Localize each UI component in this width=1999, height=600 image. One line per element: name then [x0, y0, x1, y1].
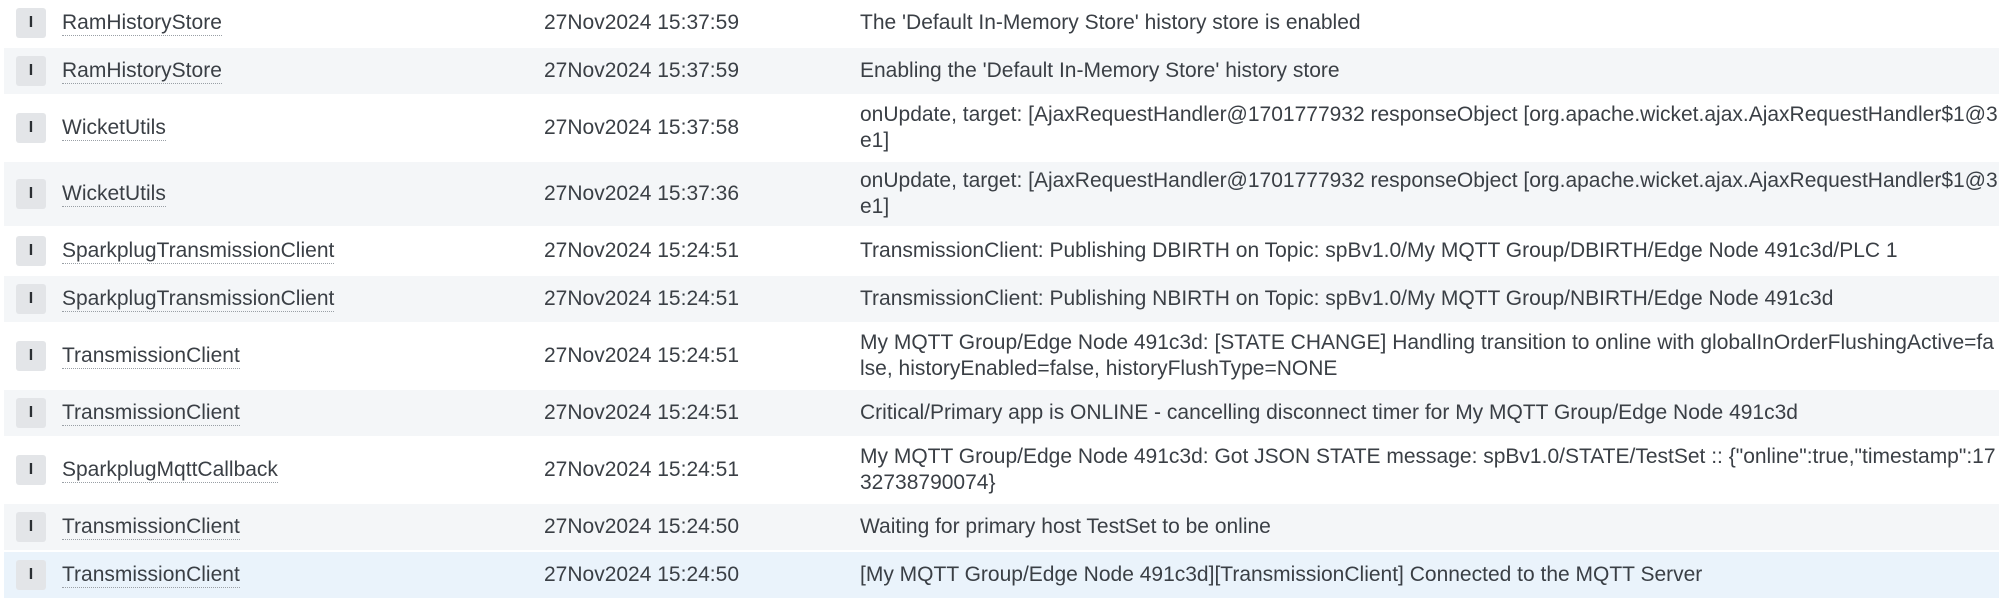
log-row[interactable]: I SparkplugMqttCallback 27Nov2024 15:24:… — [4, 438, 1999, 502]
log-timestamp: 27Nov2024 15:24:51 — [544, 458, 739, 481]
info-level-icon: I — [16, 455, 46, 485]
log-message: onUpdate, target: [AjaxRequestHandler@17… — [860, 169, 1998, 218]
log-message: [My MQTT Group/Edge Node 491c3d][Transmi… — [860, 563, 1703, 586]
logger-name-link[interactable]: WicketUtils — [62, 116, 166, 141]
log-row[interactable]: I WicketUtils 27Nov2024 15:37:36 onUpdat… — [4, 162, 1999, 226]
info-level-icon: I — [16, 179, 46, 209]
log-row[interactable]: I TransmissionClient 27Nov2024 15:24:51 … — [4, 390, 1999, 436]
log-message: onUpdate, target: [AjaxRequestHandler@17… — [860, 103, 1998, 152]
log-row[interactable]: I TransmissionClient 27Nov2024 15:24:50 … — [4, 552, 1999, 598]
info-level-icon: I — [16, 113, 46, 143]
log-row[interactable]: I WicketUtils 27Nov2024 15:37:58 onUpdat… — [4, 96, 1999, 160]
log-timestamp: 27Nov2024 15:37:36 — [544, 182, 739, 205]
log-row[interactable]: I TransmissionClient 27Nov2024 15:24:50 … — [4, 504, 1999, 550]
log-timestamp: 27Nov2024 15:37:59 — [544, 59, 739, 82]
log-row[interactable]: I RamHistoryStore 27Nov2024 15:37:59 The… — [4, 0, 1999, 46]
info-level-icon: I — [16, 8, 46, 38]
log-timestamp: 27Nov2024 15:24:51 — [544, 401, 739, 424]
logger-name-link[interactable]: SparkplugTransmissionClient — [62, 287, 335, 312]
info-level-icon: I — [16, 512, 46, 542]
logger-name-link[interactable]: TransmissionClient — [62, 515, 240, 540]
logger-name-link[interactable]: RamHistoryStore — [62, 11, 222, 36]
logger-name-link[interactable]: WicketUtils — [62, 182, 166, 207]
log-timestamp: 27Nov2024 15:37:58 — [544, 116, 739, 139]
info-level-icon: I — [16, 341, 46, 371]
log-message: TransmissionClient: Publishing DBIRTH on… — [860, 239, 1898, 262]
log-row[interactable]: I SparkplugTransmissionClient 27Nov2024 … — [4, 228, 1999, 274]
log-message: The 'Default In-Memory Store' history st… — [860, 11, 1361, 34]
logger-name-link[interactable]: RamHistoryStore — [62, 59, 222, 84]
logger-name-link[interactable]: TransmissionClient — [62, 401, 240, 426]
info-level-icon: I — [16, 560, 46, 590]
log-message: Critical/Primary app is ONLINE - cancell… — [860, 401, 1798, 424]
log-timestamp: 27Nov2024 15:24:50 — [544, 563, 739, 586]
log-timestamp: 27Nov2024 15:24:50 — [544, 515, 739, 538]
log-row[interactable]: I SparkplugTransmissionClient 27Nov2024 … — [4, 276, 1999, 322]
log-row[interactable]: I TransmissionClient 27Nov2024 15:24:51 … — [4, 324, 1999, 388]
logger-name-link[interactable]: TransmissionClient — [62, 344, 240, 369]
log-message: My MQTT Group/Edge Node 491c3d: Got JSON… — [860, 445, 1996, 494]
info-level-icon: I — [16, 398, 46, 428]
info-level-icon: I — [16, 284, 46, 314]
log-timestamp: 27Nov2024 15:37:59 — [544, 11, 739, 34]
log-message: Waiting for primary host TestSet to be o… — [860, 515, 1271, 538]
info-level-icon: I — [16, 236, 46, 266]
log-message: Enabling the 'Default In-Memory Store' h… — [860, 59, 1340, 82]
logger-name-link[interactable]: SparkplugTransmissionClient — [62, 239, 335, 264]
logger-name-link[interactable]: SparkplugMqttCallback — [62, 458, 278, 483]
log-message: TransmissionClient: Publishing NBIRTH on… — [860, 287, 1834, 310]
log-timestamp: 27Nov2024 15:24:51 — [544, 287, 739, 310]
log-table: I RamHistoryStore 27Nov2024 15:37:59 The… — [0, 0, 1999, 600]
logger-name-link[interactable]: TransmissionClient — [62, 563, 240, 588]
log-message: My MQTT Group/Edge Node 491c3d: [STATE C… — [860, 331, 1994, 380]
log-timestamp: 27Nov2024 15:24:51 — [544, 239, 739, 262]
log-timestamp: 27Nov2024 15:24:51 — [544, 344, 739, 367]
info-level-icon: I — [16, 56, 46, 86]
log-row[interactable]: I RamHistoryStore 27Nov2024 15:37:59 Ena… — [4, 48, 1999, 94]
